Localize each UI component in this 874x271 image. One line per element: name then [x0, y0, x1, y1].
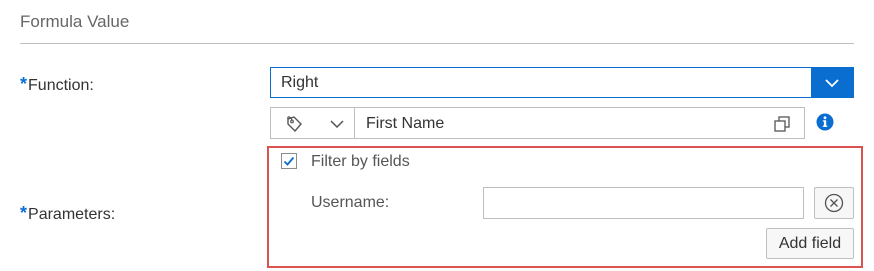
required-marker: *	[20, 203, 28, 223]
copy-icon[interactable]	[773, 115, 791, 133]
parameter-value-field[interactable]: First Name	[355, 107, 805, 139]
section-divider	[20, 43, 854, 44]
checkmark-icon	[283, 156, 295, 166]
clear-icon	[824, 193, 844, 213]
parameter-value: First Name	[366, 115, 445, 132]
section-title: Formula Value	[20, 12, 130, 31]
function-select[interactable]: Right	[270, 67, 854, 98]
add-field-button[interactable]: Add field	[766, 228, 854, 259]
username-input[interactable]	[483, 187, 804, 219]
username-label: Username:	[311, 194, 390, 211]
parameters-label-group: *Parameters:	[20, 203, 115, 224]
function-label-group: *Function:	[20, 74, 94, 95]
clear-username-button[interactable]	[814, 187, 854, 219]
function-dropdown-button[interactable]	[811, 68, 853, 97]
required-marker: *	[20, 74, 28, 94]
parameters-label: Parameters:	[28, 206, 116, 223]
chevron-down-icon	[825, 78, 839, 87]
parameter-type-select[interactable]	[270, 107, 355, 139]
filter-by-fields-label[interactable]: Filter by fields	[311, 153, 410, 171]
chevron-down-icon	[330, 120, 344, 129]
tag-icon	[287, 116, 302, 133]
info-icon[interactable]	[816, 113, 834, 131]
filter-by-fields-checkbox[interactable]	[281, 153, 297, 169]
function-label: Function:	[28, 77, 94, 94]
function-select-value: Right	[281, 74, 319, 91]
